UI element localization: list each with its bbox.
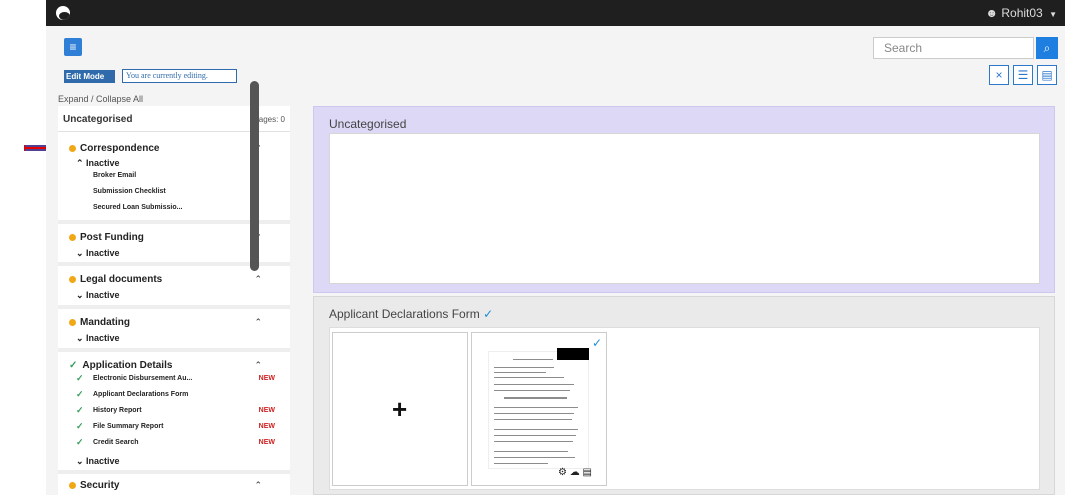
uncategorised-dropzone[interactable] <box>329 133 1040 284</box>
chevron-up-icon[interactable]: ⌃ <box>254 360 262 371</box>
user-icon: ☻ <box>985 6 999 20</box>
warning-icon <box>69 481 76 489</box>
expand-collapse-all-link[interactable]: Expand / Collapse All <box>58 94 143 104</box>
chevron-up-icon[interactable]: ⌃ <box>254 274 262 285</box>
group-title: Security <box>80 480 120 491</box>
panel-title: Applicant Declarations Form ✓ <box>329 307 494 321</box>
list-item[interactable]: Submission Checklist <box>93 188 166 195</box>
new-badge: NEW <box>258 375 275 382</box>
copy-icon[interactable]: ▤ <box>583 467 592 478</box>
form-button[interactable]: ☰ <box>1013 65 1033 85</box>
new-badge: NEW <box>258 423 275 430</box>
plus-icon: + <box>392 394 408 424</box>
search-button[interactable]: ⌕ <box>1036 37 1058 59</box>
chevron-down-icon: ▼ <box>1049 10 1057 19</box>
inactive-label: Inactive <box>86 248 120 258</box>
group-legal-documents[interactable]: Legal documents ⌃ ⌄ Inactive <box>58 266 290 309</box>
group-title: Correspondence <box>80 143 160 154</box>
chevron-up-icon: ⌃ <box>76 158 87 168</box>
check-icon: ✓ <box>69 360 78 371</box>
group-security[interactable]: Security ⌃ <box>58 474 290 495</box>
close-button[interactable]: × <box>989 65 1009 85</box>
document-thumbnail-card[interactable]: ✓ ⚙ ☁ ▤ <box>471 332 607 486</box>
list-icon: ≡ <box>69 40 77 54</box>
inactive-label: Inactive <box>86 456 120 466</box>
logo-icon <box>56 6 70 20</box>
search-icon: ⌕ <box>1043 41 1051 55</box>
list-item[interactable]: Secured Loan Submissio... <box>93 204 182 211</box>
currently-editing-badge: You are currently editing. <box>122 69 237 83</box>
new-badge: NEW <box>258 439 275 446</box>
list-item[interactable]: File Summary Report <box>93 423 163 430</box>
sidebar-scrollbar[interactable] <box>250 81 259 271</box>
username: Rohit03 <box>1001 6 1043 20</box>
inactive-toggle[interactable]: ⌄ Inactive <box>76 248 120 259</box>
group-title: Mandating <box>80 317 130 328</box>
inactive-label: Inactive <box>86 158 120 168</box>
panel-title: Uncategorised <box>329 117 407 131</box>
edit-mode-badge: Edit Mode <box>64 70 115 83</box>
check-icon: ✓ <box>76 437 84 447</box>
cloud-upload-icon[interactable]: ☁ <box>570 467 580 478</box>
search-input[interactable]: Search <box>873 37 1034 59</box>
document-button[interactable]: ▤ <box>1037 65 1057 85</box>
check-icon: ✓ <box>76 405 84 415</box>
inactive-label: Inactive <box>86 333 120 343</box>
sidebar-title: Uncategorised <box>63 114 133 125</box>
list-item[interactable]: Broker Email <box>93 172 136 179</box>
group-title: Legal documents <box>80 274 163 285</box>
document-thumbnails: + ✓ ⚙ ☁ ▤ <box>329 327 1040 490</box>
chevron-down-icon: ⌄ <box>76 290 87 300</box>
new-badge: NEW <box>258 407 275 414</box>
check-icon: ✓ <box>76 421 84 431</box>
top-navigation-bar: ☻ Rohit03 ▼ <box>46 0 1065 26</box>
chevron-down-icon: ⌄ <box>76 248 87 258</box>
group-application-details[interactable]: ✓ Application Details ⌃ ✓ Electronic Disb… <box>58 352 290 474</box>
chevron-up-icon[interactable]: ⌃ <box>254 317 262 328</box>
inactive-toggle[interactable]: ⌄ Inactive <box>76 456 120 467</box>
warning-icon <box>69 318 76 326</box>
check-icon: ✓ <box>76 389 84 399</box>
inactive-label: Inactive <box>86 290 120 300</box>
warning-icon <box>69 144 76 152</box>
add-document-card[interactable]: + <box>332 332 468 486</box>
redacted-area <box>557 348 589 360</box>
inactive-toggle[interactable]: ⌃ Inactive <box>76 158 120 169</box>
warning-icon <box>69 233 76 241</box>
close-icon: × <box>995 68 1003 82</box>
list-item[interactable]: Electronic Disbursement Au... <box>93 375 192 382</box>
inactive-toggle[interactable]: ⌄ Inactive <box>76 290 120 301</box>
gear-icon[interactable]: ⚙ <box>558 467 567 478</box>
group-title: Application Details <box>82 360 173 371</box>
inactive-toggle[interactable]: ⌄ Inactive <box>76 333 120 344</box>
group-mandating[interactable]: Mandating ⌃ ⌄ Inactive <box>58 309 290 352</box>
chevron-down-icon: ⌄ <box>76 456 87 466</box>
user-menu[interactable]: ☻ Rohit03 ▼ <box>985 6 1057 20</box>
document-actions: ⚙ ☁ ▤ <box>558 467 592 478</box>
document-icon: ▤ <box>1041 68 1053 82</box>
applicant-declarations-panel: Applicant Declarations Form ✓ + ✓ ⚙ ☁ ▤ <box>313 296 1055 495</box>
application-window: ☻ Rohit03 ▼ ≡ Search ⌕ Edit Mode You are… <box>0 0 1065 495</box>
list-item[interactable]: Credit Search <box>93 439 139 446</box>
chevron-down-icon: ⌄ <box>76 333 87 343</box>
menu-button[interactable]: ≡ <box>64 38 82 56</box>
list-item[interactable]: History Report <box>93 407 142 414</box>
list-item[interactable]: Applicant Declarations Form <box>93 391 188 398</box>
check-icon: ✓ <box>483 307 494 321</box>
uncategorised-panel: Uncategorised <box>313 106 1055 293</box>
check-icon: ✓ <box>591 336 602 350</box>
group-title: Post Funding <box>80 232 144 243</box>
document-preview <box>488 351 589 469</box>
check-icon: ✓ <box>76 373 84 383</box>
chevron-up-icon[interactable]: ⌃ <box>254 480 262 491</box>
warning-icon <box>69 275 76 283</box>
form-icon: ☰ <box>1017 68 1029 82</box>
